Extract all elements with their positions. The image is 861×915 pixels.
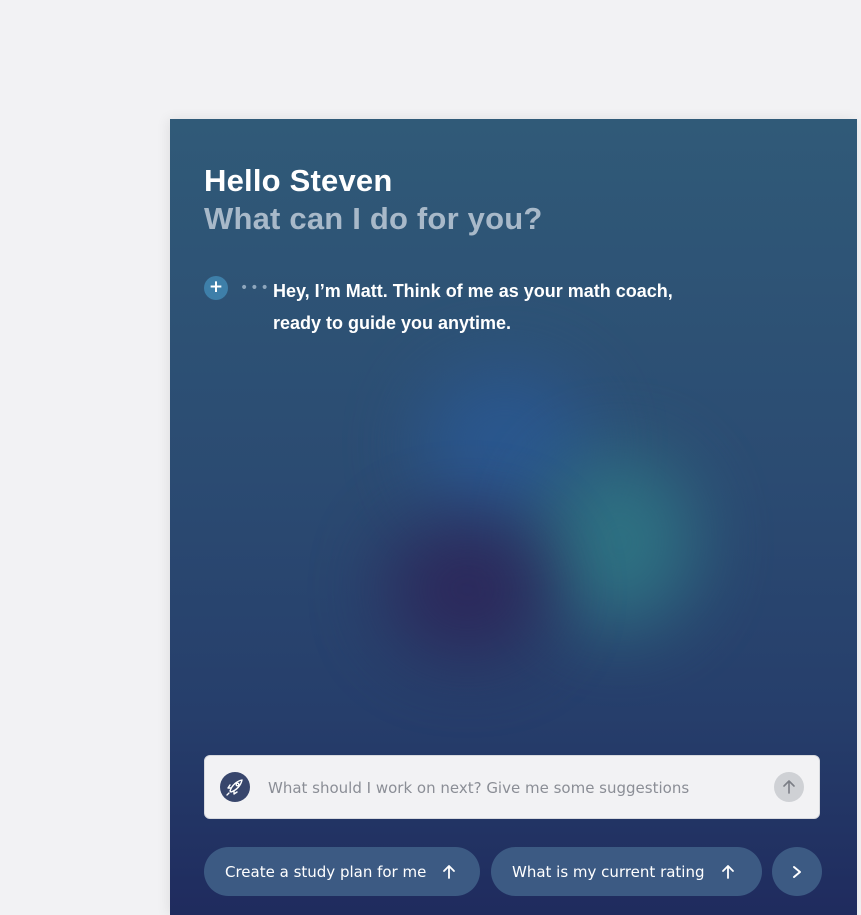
suggestion-chip-study-plan[interactable]: Create a study plan for me [204, 847, 480, 896]
greeting-subtitle: What can I do for you? [204, 201, 543, 236]
arrow-up-icon [721, 864, 735, 880]
chat-input[interactable] [266, 774, 750, 802]
background-glow-teal [545, 454, 695, 629]
background-glow-purple [385, 519, 550, 659]
chat-input-bar [204, 755, 820, 819]
suggestion-label: What is my current rating [512, 862, 705, 881]
next-suggestions-button[interactable] [772, 847, 822, 896]
assistant-message: Hey, I’m Matt. Think of me as your math … [273, 281, 673, 333]
rocket-avatar-icon [220, 772, 250, 802]
suggestion-label: Create a study plan for me [225, 862, 427, 881]
greeting-title: Hello Steven [204, 163, 393, 198]
arrow-up-icon [783, 780, 795, 794]
plus-circle-icon[interactable]: + [204, 276, 228, 300]
arrow-up-icon [442, 864, 456, 880]
chevron-right-icon [793, 865, 801, 878]
greeting: Hello Steven What can I do for you? [204, 163, 543, 239]
chat-panel: Hello Steven What can I do for you? + ••… [170, 119, 857, 915]
ellipsis-icon: ••• [240, 280, 271, 296]
send-button[interactable] [774, 772, 804, 802]
suggestion-chip-current-rating[interactable]: What is my current rating [491, 847, 762, 896]
